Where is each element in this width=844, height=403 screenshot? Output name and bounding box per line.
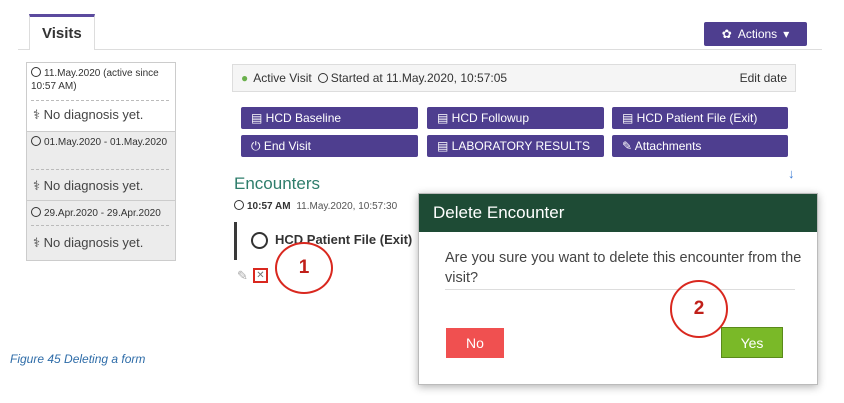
dialog-title: Delete Encounter (419, 194, 817, 232)
document-icon: ▤ (437, 139, 452, 153)
document-icon: ▤ (622, 111, 637, 125)
hcd-patient-file-button[interactable]: ▤ HCD Patient File (Exit) (612, 107, 788, 129)
visit-item-2[interactable]: 01.May.2020 - 01.May.2020 ⚕ No diagnosis… (27, 132, 175, 200)
edit-date-link[interactable]: Edit date (740, 71, 787, 85)
delete-encounter-dialog: Delete Encounter Are you sure you want t… (418, 193, 818, 385)
gear-icon: ✿ (721, 27, 732, 41)
clock-icon (31, 136, 41, 146)
actions-button[interactable]: ✿ Actions ▾ (704, 22, 807, 46)
clock-icon (31, 67, 41, 77)
paperclip-icon: ✎ (622, 139, 635, 153)
clock-icon (251, 232, 268, 249)
hcd-followup-button[interactable]: ▤ HCD Followup (427, 107, 604, 129)
active-dot-icon: ● (241, 71, 249, 85)
edit-pencil-icon[interactable]: ✎ (237, 268, 248, 284)
marker-2: 2 (670, 280, 728, 338)
attachments-button[interactable]: ✎ Attachments (612, 135, 788, 157)
figure-caption: Figure 45 Deleting a form (10, 352, 146, 366)
marker-1: 1 (275, 242, 333, 294)
dialog-message: Are you sure you want to delete this enc… (445, 250, 802, 286)
encounters-title: Encounters (234, 174, 320, 193)
end-visit-button[interactable]: ⏻ End Visit (241, 135, 418, 157)
yes-button[interactable]: Yes (721, 327, 783, 358)
caret-down-icon: ▾ (783, 27, 790, 41)
tab-visits[interactable]: Visits (29, 14, 95, 50)
document-icon: ▤ (437, 111, 452, 125)
hcd-baseline-button[interactable]: ▤ HCD Baseline (241, 107, 418, 129)
power-icon: ⏻ (251, 139, 264, 153)
no-button[interactable]: No (446, 328, 504, 358)
visit-list: 11.May.2020 (active since 10:57 AM) ⚕ No… (26, 62, 176, 261)
laboratory-results-button[interactable]: ▤ LABORATORY RESULTS (427, 135, 604, 157)
visit-diagnosis-1: ⚕ No diagnosis yet. (33, 107, 144, 122)
clock-icon (317, 73, 328, 83)
arrow-down-icon[interactable]: ↓ (788, 166, 795, 181)
encounter-card[interactable]: HCD Patient File (Exit) (234, 222, 434, 260)
stethoscope-icon: ⚕ (33, 235, 44, 250)
stethoscope-icon: ⚕ (33, 178, 44, 193)
clock-icon (234, 200, 244, 210)
visit-item-3[interactable]: 29.Apr.2020 - 29.Apr.2020 ⚕ No diagnosis… (27, 201, 175, 260)
clock-icon (31, 207, 41, 217)
tab-underline (18, 49, 822, 50)
delete-icon[interactable]: ✕ (253, 268, 268, 283)
visit-item-1[interactable]: 11.May.2020 (active since 10:57 AM) (27, 67, 175, 93)
active-visit-bar: ● Active Visit Started at 11.May.2020, 1… (232, 64, 796, 92)
stethoscope-icon: ⚕ (33, 107, 44, 122)
encounter-timestamp: 10:57 AM 11.May.2020, 10:57:30 (234, 200, 397, 212)
document-icon: ▤ (251, 111, 266, 125)
